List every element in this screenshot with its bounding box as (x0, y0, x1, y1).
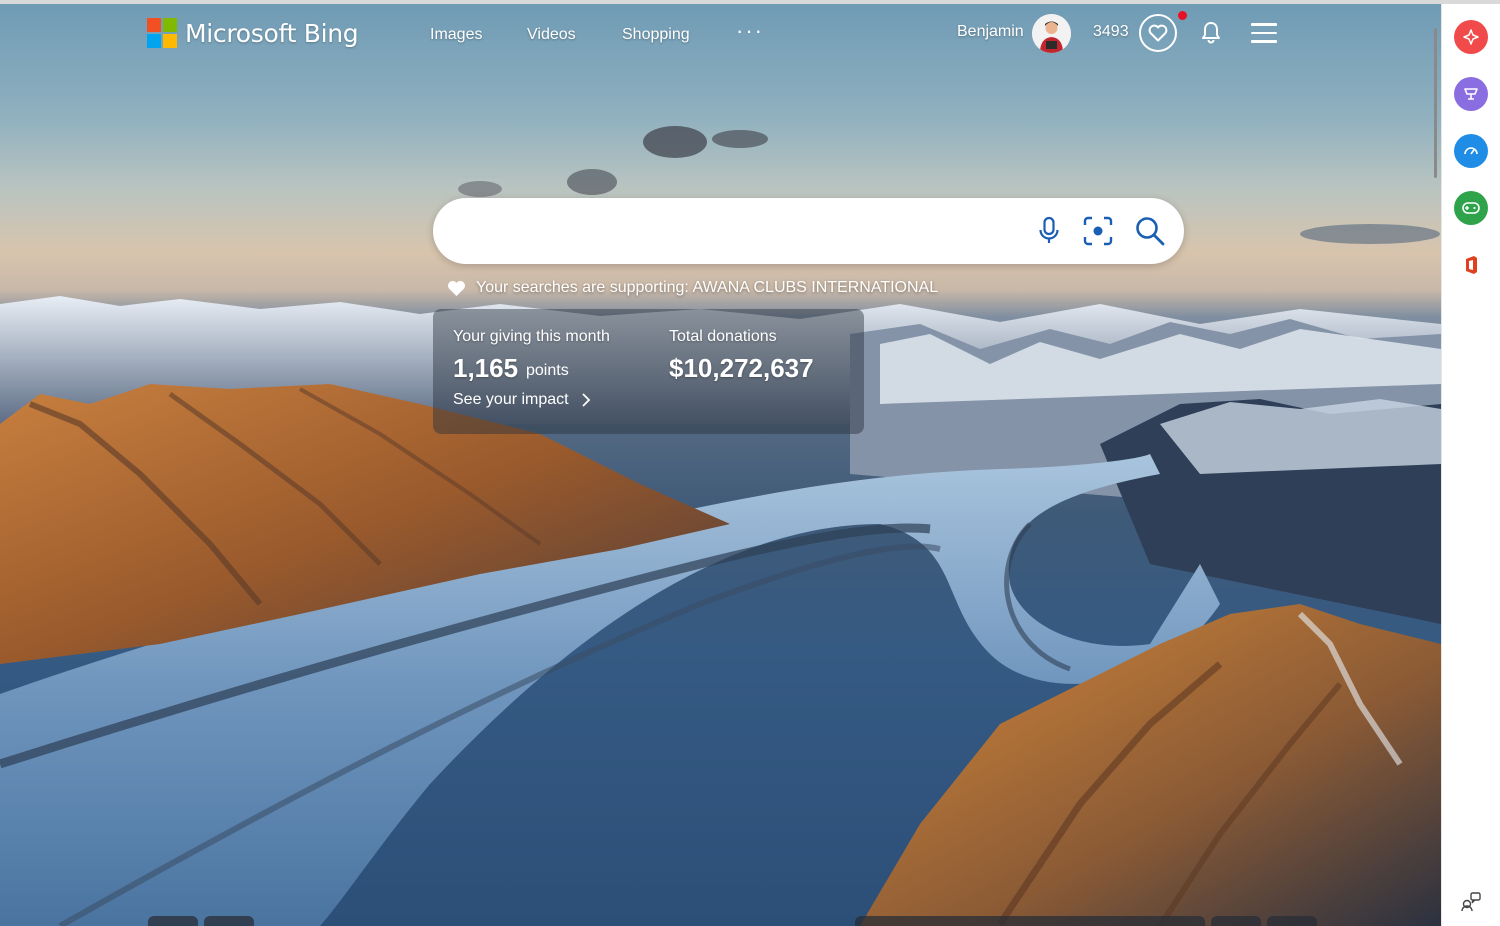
heart-icon (1148, 24, 1168, 42)
search-input[interactable] (461, 213, 1021, 249)
sidebar-office-button[interactable] (1454, 248, 1488, 282)
user-name[interactable]: Benjamin (957, 23, 1024, 41)
logo-text: Microsoft Bing (185, 18, 359, 48)
search-icon (1136, 217, 1165, 246)
voice-search-button[interactable] (1031, 213, 1067, 249)
sidebar-shopping-button[interactable] (1454, 77, 1488, 111)
hamburger-menu-button[interactable] (1251, 23, 1277, 49)
background-landscape-image (0, 4, 1441, 926)
giving-month-label: Your giving this month (453, 328, 610, 345)
see-your-impact-link[interactable]: See your impact (453, 391, 591, 409)
search-box (433, 198, 1184, 264)
nav-images[interactable]: Images (430, 26, 482, 44)
menu-line (1251, 31, 1277, 34)
sidebar-games-button[interactable] (1454, 191, 1488, 225)
menu-line (1251, 40, 1277, 43)
games-icon (1462, 202, 1480, 214)
microsoft-logo-icon (147, 18, 177, 48)
chevron-right-icon (581, 393, 590, 407)
nav-videos[interactable]: Videos (527, 26, 576, 44)
supporting-text: Your searches are supporting: AWANA CLUB… (476, 279, 939, 296)
bottom-tab[interactable] (1211, 916, 1261, 926)
sidebar-feedback-button[interactable] (1460, 890, 1482, 917)
bottom-tab[interactable] (1267, 916, 1317, 926)
bing-logo[interactable]: Microsoft Bing (147, 18, 359, 48)
shopping-icon (1464, 88, 1478, 100)
charity-supporting-line[interactable]: Your searches are supporting: AWANA CLUB… (447, 279, 938, 297)
heart-filled-icon (448, 280, 465, 296)
giving-card: Your giving this month 1,165 points Tota… (433, 309, 864, 434)
visual-search-icon (1083, 216, 1113, 246)
see-your-impact-label: See your impact (453, 391, 569, 408)
sidebar-copilot-button[interactable] (1454, 20, 1488, 54)
total-donations-label: Total donations (669, 328, 777, 345)
copilot-icon (1463, 29, 1479, 45)
total-donations-value: $10,272,637 (669, 353, 814, 383)
giving-month-value: 1,165 (453, 353, 519, 383)
bottom-tab[interactable] (204, 916, 254, 926)
feedback-icon (1461, 892, 1481, 912)
notifications-button[interactable] (1200, 20, 1222, 49)
visual-search-button[interactable] (1080, 213, 1116, 249)
bottom-tab[interactable] (148, 916, 198, 926)
landscape-illustration (0, 126, 1441, 926)
avatar[interactable] (1032, 14, 1071, 53)
bottom-tab[interactable] (855, 916, 1205, 926)
avatar-icon (1032, 14, 1071, 53)
more-menu-button[interactable]: ··· (736, 18, 764, 44)
microphone-icon (1039, 216, 1059, 243)
search-button[interactable] (1132, 213, 1168, 249)
nav-shopping[interactable]: Shopping (622, 26, 690, 44)
rewards-points[interactable]: 3493 (1093, 23, 1129, 41)
edge-sidebar (1434, 4, 1500, 926)
page-scrollbar[interactable] (1434, 28, 1437, 178)
notification-dot (1178, 11, 1187, 20)
sidebar-tools-button[interactable] (1454, 134, 1488, 168)
rewards-heart-button[interactable] (1139, 14, 1177, 52)
office-icon (1466, 256, 1477, 274)
menu-line (1251, 23, 1277, 26)
tools-icon (1464, 147, 1478, 155)
bell-icon (1202, 22, 1220, 44)
giving-month-unit: points (526, 362, 569, 379)
